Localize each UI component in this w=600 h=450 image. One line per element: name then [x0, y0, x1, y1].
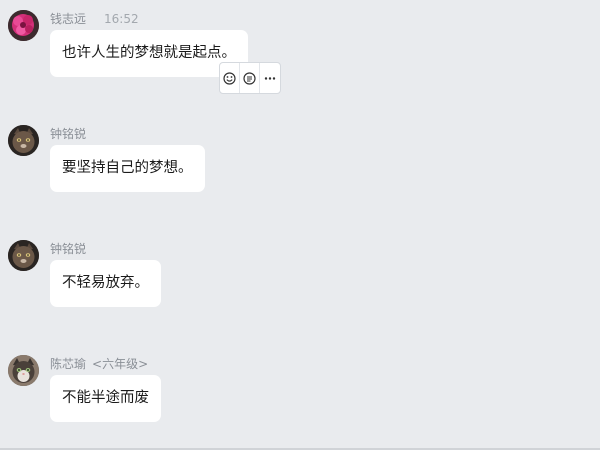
message-item: 钟铭锐 不轻易放弃。: [0, 240, 600, 315]
more-icon: [264, 76, 276, 80]
cat-avatar-icon: [8, 240, 39, 271]
message-meta: 钟铭锐: [50, 125, 86, 143]
sender-name[interactable]: 钟铭锐: [50, 127, 86, 141]
message-item: 钱志远 16:52 也许人生的梦想就是起点。: [0, 10, 600, 94]
message-time: 16:52: [104, 12, 139, 26]
emoji-button[interactable]: [220, 63, 240, 93]
message-bubble[interactable]: 不轻易放弃。: [50, 260, 161, 307]
message-bubble[interactable]: 不能半途而废: [50, 375, 161, 422]
message-meta: 钱志远 16:52: [50, 10, 139, 28]
quote-icon: [243, 71, 256, 85]
sender-name[interactable]: 陈芯瑜: [50, 357, 86, 371]
message-actions-toolbar: [219, 62, 281, 94]
avatar[interactable]: [8, 355, 39, 386]
message-bubble[interactable]: 要坚持自己的梦想。: [50, 145, 205, 192]
avatar[interactable]: [8, 240, 39, 271]
emoji-icon: [223, 71, 236, 85]
quote-button[interactable]: [240, 63, 260, 93]
sender-group-tag: <六年级>: [92, 357, 149, 371]
message-item: 陈芯瑜 <六年级> 不能半途而废: [0, 355, 600, 430]
message-item: 钟铭锐 要坚持自己的梦想。: [0, 125, 600, 200]
message-meta: 钟铭锐: [50, 240, 86, 258]
more-button[interactable]: [260, 63, 280, 93]
cat-avatar-icon: [8, 125, 39, 156]
kitten-avatar-icon: [8, 355, 39, 386]
chat-message-list: 钱志远 16:52 也许人生的梦想就是起点。 钟铭锐 要坚持自己的梦想。 钟铭锐…: [0, 0, 600, 450]
avatar[interactable]: [8, 125, 39, 156]
avatar[interactable]: [8, 10, 39, 41]
message-meta: 陈芯瑜 <六年级>: [50, 355, 148, 373]
sender-name[interactable]: 钟铭锐: [50, 242, 86, 256]
pink-flower-avatar-icon: [8, 10, 39, 41]
sender-name[interactable]: 钱志远: [50, 12, 86, 26]
